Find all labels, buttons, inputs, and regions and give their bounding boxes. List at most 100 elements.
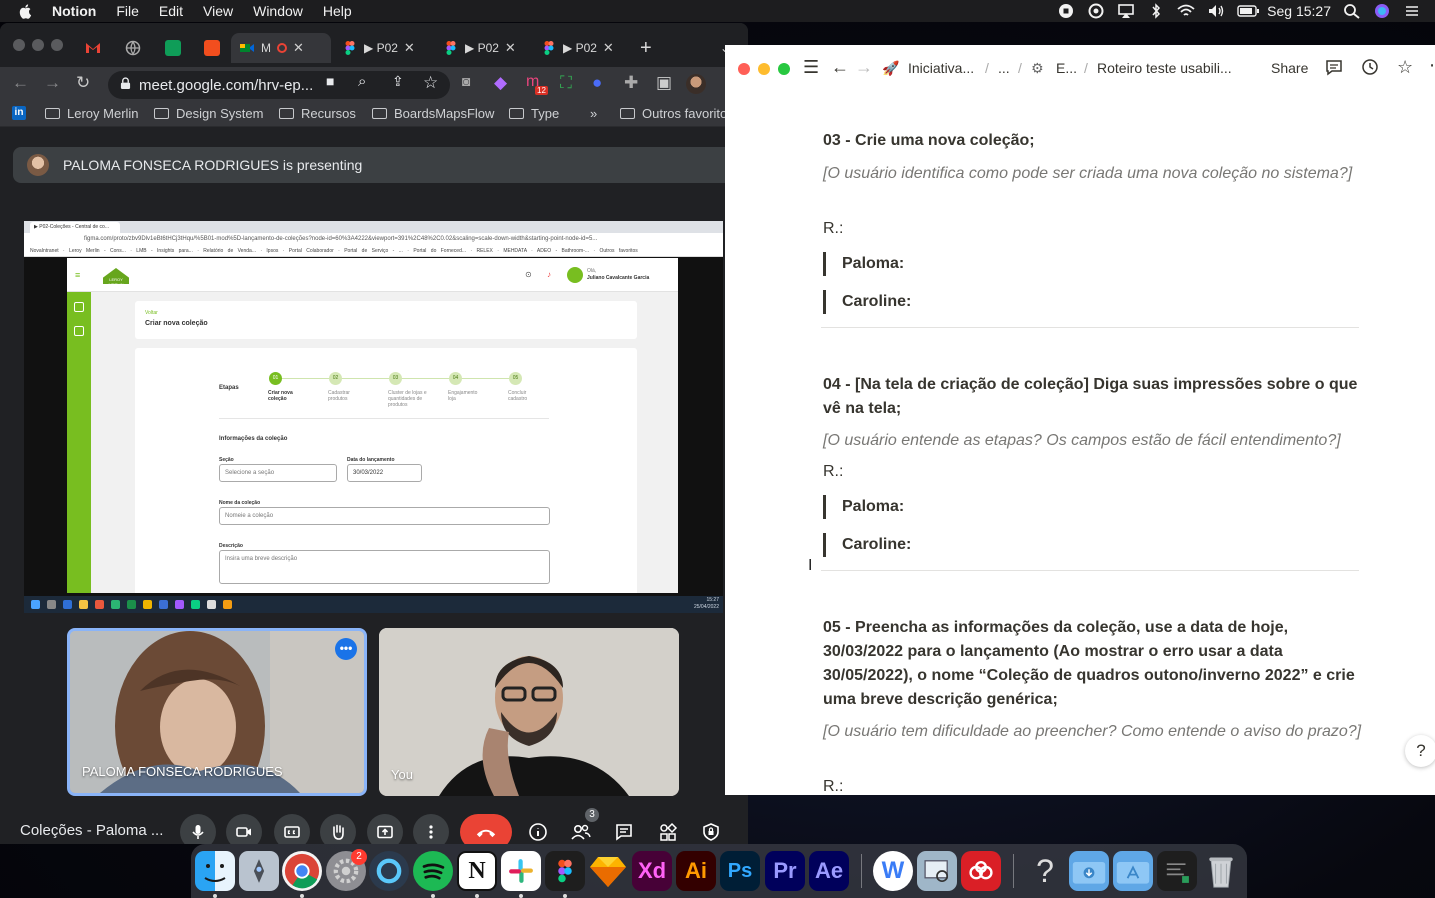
quote-caroline-03[interactable]: Caroline: (823, 290, 911, 314)
answer-label-04[interactable]: R.: (823, 463, 843, 481)
dock-sketch-icon[interactable] (588, 851, 628, 891)
window-zoom-button[interactable] (51, 39, 63, 51)
breadcrumb-roteiro[interactable]: Roteiro teste usabili... (1097, 60, 1232, 76)
bookmark-design-system[interactable]: Design System (154, 106, 263, 121)
wifi-icon[interactable] (1177, 3, 1195, 19)
quote-paloma-03[interactable]: Paloma: (823, 252, 904, 276)
sidebar-toggle-icon[interactable]: ☰ (803, 57, 819, 78)
tab-close-icon[interactable]: ✕ (404, 40, 415, 56)
breadcrumb-iniciativa[interactable]: Iniciativa... (908, 60, 974, 76)
window-minimize-button[interactable] (32, 39, 44, 51)
window-close-button[interactable] (738, 63, 750, 75)
present-screen-button[interactable] (367, 814, 403, 844)
tab-google-meet[interactable]: M ✕ (231, 33, 331, 63)
meeting-title[interactable]: Coleções - Paloma ... (20, 822, 163, 839)
bookmarks-overflow-button[interactable]: » (590, 106, 597, 121)
dock-creative-cloud-icon[interactable] (961, 851, 1001, 891)
bookmark-star-icon[interactable]: ☆ (423, 73, 438, 93)
tab-close-icon[interactable]: ✕ (293, 40, 304, 56)
back-arrow-icon[interactable]: ← (12, 73, 29, 93)
dock-downloads-folder-icon[interactable] (1069, 851, 1109, 891)
hint-04[interactable]: [O usuário entende as etapas? Os campos … (823, 429, 1363, 453)
question-05[interactable]: 05 - Preencha as informações da coleção,… (823, 616, 1363, 712)
host-controls-button[interactable] (697, 818, 725, 844)
forward-arrow-icon[interactable]: → (855, 57, 873, 78)
dock-proxyman-icon[interactable] (369, 851, 409, 891)
quote-caroline-04[interactable]: Caroline: (823, 533, 911, 557)
side-panel-icon[interactable]: ▣ (656, 73, 672, 93)
forward-arrow-icon[interactable]: → (44, 73, 61, 93)
screenshot-extension-icon[interactable]: ◙ (462, 73, 470, 89)
bookmark-recursos[interactable]: Recursos (279, 106, 356, 121)
dock-slack-icon[interactable] (501, 851, 541, 891)
meeting-info-button[interactable] (524, 818, 552, 844)
dock-preview-icon[interactable] (917, 851, 957, 891)
camera-permission-icon[interactable]: ■ (326, 73, 334, 89)
tab-figma-2[interactable]: ▶ P02 ✕ (443, 33, 516, 63)
raise-hand-button[interactable] (320, 814, 356, 844)
creative-cloud-icon[interactable] (1087, 3, 1105, 19)
airplay-icon[interactable] (1117, 3, 1135, 19)
dock-after-effects-icon[interactable]: Ae (809, 851, 849, 891)
answer-label-05[interactable]: R.: (823, 778, 843, 795)
tab-figma-3[interactable]: ▶ P02 ✕ (541, 33, 614, 63)
microphone-button[interactable] (180, 814, 216, 844)
menu-file[interactable]: File (116, 3, 139, 19)
blue-extension-icon[interactable]: ● (592, 73, 602, 93)
hint-03[interactable]: [O usuário identifica como pode ser cria… (823, 162, 1363, 186)
favorite-star-icon[interactable]: ☆ (1397, 57, 1413, 78)
dock-whimsical-icon[interactable]: W (873, 851, 913, 891)
participant-tile-you[interactable]: You (379, 628, 679, 796)
captions-button[interactable] (274, 814, 310, 844)
menu-view[interactable]: View (203, 3, 233, 19)
bookmark-boardsmapsflow[interactable]: BoardsMapsFlow (372, 106, 494, 121)
tab-gmail[interactable] (85, 33, 107, 63)
dock-premiere-icon[interactable]: Pr (765, 851, 805, 891)
menu-help[interactable]: Help (323, 3, 352, 19)
dock-help-icon[interactable]: ? (1025, 851, 1065, 891)
capture-extension-icon[interactable]: ⛶ (560, 73, 572, 93)
menu-app-name[interactable]: Notion (52, 3, 96, 19)
breadcrumb-ellipsis[interactable]: ... (998, 60, 1010, 76)
help-button[interactable]: ? (1405, 735, 1435, 767)
screen-record-icon[interactable] (1057, 3, 1075, 19)
tab-close-icon[interactable]: ✕ (505, 40, 516, 56)
new-tab-button[interactable]: + (640, 33, 652, 63)
dock-spotify-icon[interactable] (413, 851, 453, 891)
history-clock-icon[interactable] (1361, 58, 1379, 79)
dock-applications-folder-icon[interactable] (1113, 851, 1153, 891)
menu-edit[interactable]: Edit (159, 3, 183, 19)
comments-icon[interactable] (1325, 58, 1343, 79)
question-03[interactable]: 03 - Crie uma nova coleção; (823, 129, 1363, 153)
control-center-icon[interactable] (1403, 3, 1421, 19)
dock-notion-icon[interactable]: N (457, 851, 497, 891)
dock-figma-icon[interactable] (545, 851, 585, 891)
menubar-clock[interactable]: Seg 15:27 (1267, 3, 1331, 19)
dock-xd-icon[interactable]: Xd (632, 851, 672, 891)
more-options-button[interactable] (413, 814, 449, 844)
siri-icon[interactable] (1373, 3, 1391, 19)
zoom-icon[interactable]: ⌕ (358, 73, 366, 90)
tab-close-icon[interactable]: ✕ (603, 40, 614, 56)
bookmark-other[interactable]: Outros favorito (620, 106, 727, 121)
window-zoom-button[interactable] (778, 63, 790, 75)
dock-illustrator-icon[interactable]: Ai (676, 851, 716, 891)
tab-hangouts[interactable] (165, 33, 187, 63)
breadcrumb-e[interactable]: E... (1056, 60, 1077, 76)
reload-icon[interactable]: ↻ (76, 73, 90, 93)
shared-screen[interactable]: ▶ P02-Coleções - Central de co... figma.… (24, 221, 723, 613)
color-extension-icon[interactable]: ◆ (494, 73, 507, 93)
participant-tile-paloma[interactable]: ••• PALOMA FONSECA RODRIGUES (67, 628, 367, 796)
dock-chrome-icon[interactable] (282, 851, 322, 891)
activities-button[interactable] (654, 818, 682, 844)
tab-web[interactable] (125, 33, 147, 63)
more-options-button[interactable]: ••• (335, 638, 357, 660)
share-button[interactable]: Share (1271, 60, 1308, 76)
camera-button[interactable] (226, 814, 262, 844)
dock-terminal-icon[interactable] (1157, 851, 1197, 891)
tab-figma-1[interactable]: ▶ P02 ✕ (342, 33, 415, 63)
bluetooth-icon[interactable] (1147, 3, 1165, 19)
profile-avatar[interactable] (686, 74, 706, 94)
chat-button[interactable] (610, 818, 638, 844)
dock-trash-icon[interactable] (1201, 851, 1241, 891)
